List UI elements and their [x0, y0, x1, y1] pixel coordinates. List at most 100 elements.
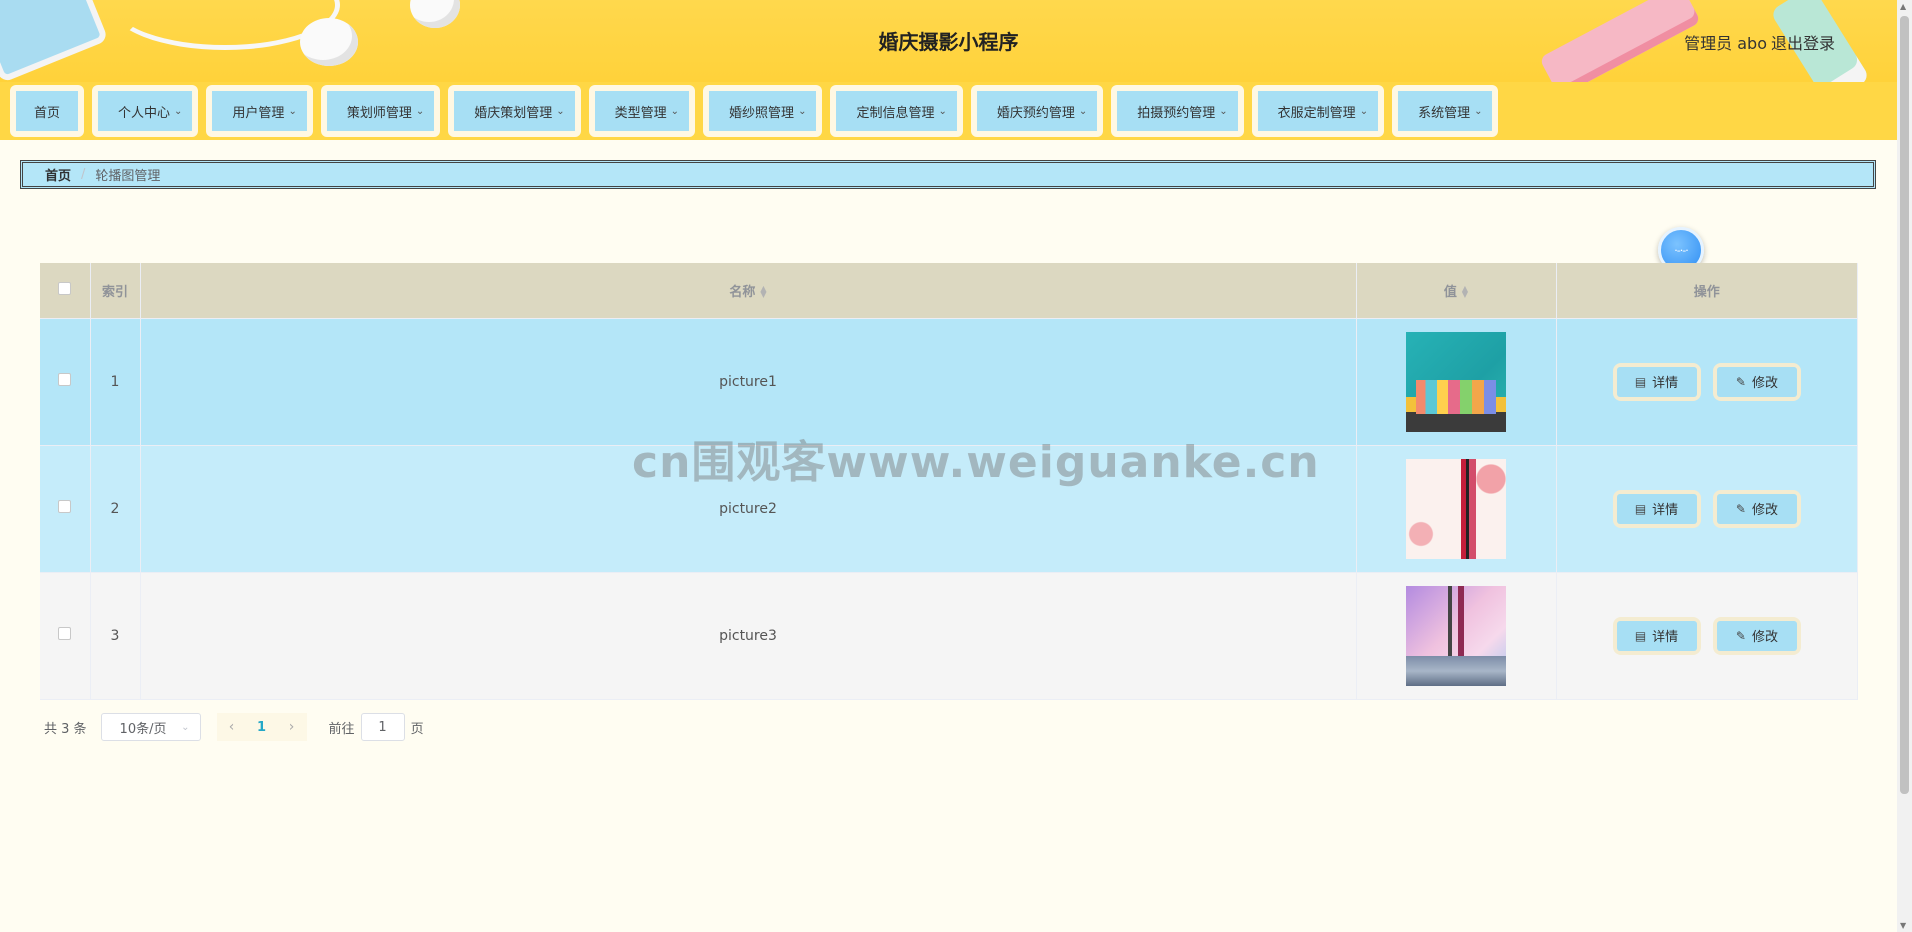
select-all-checkbox[interactable]: [58, 281, 72, 295]
sort-icon[interactable]: ▲ ▼: [1462, 285, 1468, 299]
nav-item-label: 衣服定制管理: [1277, 105, 1356, 121]
chevron-down-icon: ⌄: [670, 105, 680, 117]
edit-button-label: 修改: [1751, 630, 1778, 645]
page-size-select[interactable]: 10条/页 ⌄: [100, 713, 201, 741]
column-header-value[interactable]: 值 ▲ ▼: [1356, 263, 1557, 319]
carousel-image-thumbnail[interactable]: [1406, 458, 1506, 559]
chevron-left-icon: ‹: [228, 719, 235, 735]
carousel-image-thumbnail[interactable]: [1406, 331, 1506, 432]
nav-item-custom-info-management[interactable]: 定制信息管理 ⌄: [830, 85, 963, 137]
nav-item-label: 个人中心: [118, 105, 171, 121]
edit-button[interactable]: ✎ 修改: [1712, 362, 1801, 401]
nav-item-home[interactable]: 首页: [10, 85, 85, 137]
nav-item-label: 首页: [34, 105, 61, 121]
decorative-earbud-image: [410, 0, 460, 28]
edit-icon: ✎: [1735, 374, 1746, 389]
pagination: 共 3 条 10条/页 ⌄ ‹ 1 › 前往 页: [44, 713, 424, 741]
column-header-label: 名称: [729, 284, 756, 300]
nav-item-label: 系统管理: [1418, 105, 1471, 121]
nav-item-clothing-custom-management[interactable]: 衣服定制管理 ⌄: [1251, 85, 1385, 137]
top-header: 婚庆摄影小程序 管理员 abo 退出登录: [0, 0, 1897, 82]
row-name: picture3: [140, 572, 1357, 700]
column-header-index: 索引: [90, 263, 141, 319]
scroll-up-icon[interactable]: ▲: [1900, 2, 1906, 11]
document-icon: ▤: [1634, 628, 1647, 643]
nav-item-label: 婚纱照管理: [729, 105, 795, 121]
chevron-down-icon: ⌄: [288, 105, 297, 117]
edit-button[interactable]: ✎ 修改: [1712, 489, 1801, 528]
row-value-cell: [1356, 572, 1557, 700]
page-number-current[interactable]: 1: [246, 713, 277, 741]
nav-item-user-management[interactable]: 用户管理 ⌄: [206, 85, 313, 137]
chevron-down-icon: ⌄: [415, 105, 425, 117]
edit-icon: ✎: [1735, 628, 1746, 643]
column-header-label: 值: [1443, 284, 1457, 300]
row-index: 3: [90, 572, 141, 700]
edit-button-label: 修改: [1751, 503, 1778, 518]
main-nav: 首页 个人中心 ⌄ 用户管理 ⌄ 策划师管理 ⌄ 婚庆策划管理 ⌄ 类型管理 ⌄ 婚纱照管…: [0, 82, 1897, 140]
breadcrumb-separator: /: [81, 167, 86, 182]
detail-button-label: 详情: [1652, 376, 1679, 391]
table-header-row: 索引 名称 ▲ ▼ 值 ▲ ▼ 操作: [40, 263, 1858, 319]
nav-item-wedding-booking-management[interactable]: 婚庆预约管理 ⌄: [970, 85, 1104, 137]
row-checkbox-cell: [40, 318, 91, 446]
nav-item-type-management[interactable]: 类型管理 ⌄: [588, 85, 696, 137]
row-checkbox[interactable]: [58, 500, 72, 513]
site-title: 婚庆摄影小程序: [878, 30, 1019, 54]
edit-icon: ✎: [1735, 501, 1746, 516]
chevron-down-icon: ⌄: [1219, 105, 1228, 117]
next-page-button[interactable]: ›: [276, 713, 307, 741]
nav-item-personal-center[interactable]: 个人中心 ⌄: [92, 85, 199, 137]
row-checkbox[interactable]: [58, 373, 72, 386]
carousel-image-thumbnail[interactable]: [1406, 585, 1506, 686]
row-checkbox[interactable]: [58, 627, 72, 640]
detail-button-label: 详情: [1652, 630, 1679, 645]
sort-icon[interactable]: ▲ ▼: [760, 285, 766, 299]
edit-button-label: 修改: [1751, 376, 1778, 391]
chevron-right-icon: ›: [288, 719, 295, 735]
scrollbar-thumb[interactable]: [1900, 16, 1909, 794]
nav-item-wedding-planning-management[interactable]: 婚庆策划管理 ⌄: [448, 85, 581, 137]
vertical-scrollbar[interactable]: ▲ ▼: [1897, 0, 1912, 932]
logout-link[interactable]: 退出登录: [1771, 30, 1835, 54]
goto-prefix: 前往: [328, 721, 355, 737]
nav-item-wedding-photo-management[interactable]: 婚纱照管理 ⌄: [703, 85, 823, 137]
row-actions: ▤ 详情 ✎ 修改: [1556, 318, 1858, 446]
pagination-total: 共 3 条: [44, 721, 87, 737]
nav-item-label: 拍摄预约管理: [1137, 105, 1216, 121]
detail-button[interactable]: ▤ 详情: [1612, 362, 1701, 401]
column-header-actions: 操作: [1556, 263, 1858, 319]
nav-item-label: 婚庆策划管理: [474, 105, 553, 121]
row-index: 1: [90, 318, 141, 446]
chevron-down-icon: ⌄: [174, 105, 183, 117]
detail-button[interactable]: ▤ 详情: [1612, 616, 1701, 655]
current-user-label: 管理员 abo: [1684, 34, 1767, 53]
edit-button[interactable]: ✎ 修改: [1712, 616, 1801, 655]
prev-page-button[interactable]: ‹: [216, 713, 247, 741]
chevron-down-icon: ⌄: [556, 105, 565, 117]
row-index: 2: [90, 445, 141, 573]
nav-item-label: 定制信息管理: [856, 105, 935, 121]
more-icon: ·-·-·: [1674, 243, 1688, 257]
row-checkbox-cell: [40, 572, 91, 700]
document-icon: ▤: [1634, 374, 1647, 389]
detail-button[interactable]: ▤ 详情: [1612, 489, 1701, 528]
nav-item-system-management[interactable]: 系统管理 ⌄: [1392, 85, 1499, 137]
nav-item-label: 类型管理: [614, 105, 667, 121]
nav-item-shoot-booking-management[interactable]: 拍摄预约管理 ⌄: [1111, 85, 1244, 137]
breadcrumb-current: 轮播图管理: [95, 169, 161, 184]
nav-item-label: 策划师管理: [346, 105, 412, 121]
row-value-cell: [1356, 445, 1557, 573]
row-checkbox-cell: [40, 445, 91, 573]
breadcrumb-home-link[interactable]: 首页: [45, 165, 71, 184]
row-value-cell: [1356, 318, 1557, 446]
chevron-down-icon: ⌄: [181, 721, 190, 733]
document-icon: ▤: [1634, 501, 1647, 516]
table-row: 3 picture3 ▤ 详情 ✎ 修改: [40, 572, 1858, 700]
select-all-header: [40, 263, 91, 319]
breadcrumb: 首页 / 轮播图管理: [20, 160, 1876, 189]
goto-page-input[interactable]: [360, 713, 405, 741]
column-header-name[interactable]: 名称 ▲ ▼: [140, 263, 1357, 319]
nav-item-planner-management[interactable]: 策划师管理 ⌄: [320, 85, 441, 137]
scroll-down-icon[interactable]: ▼: [1900, 921, 1906, 930]
